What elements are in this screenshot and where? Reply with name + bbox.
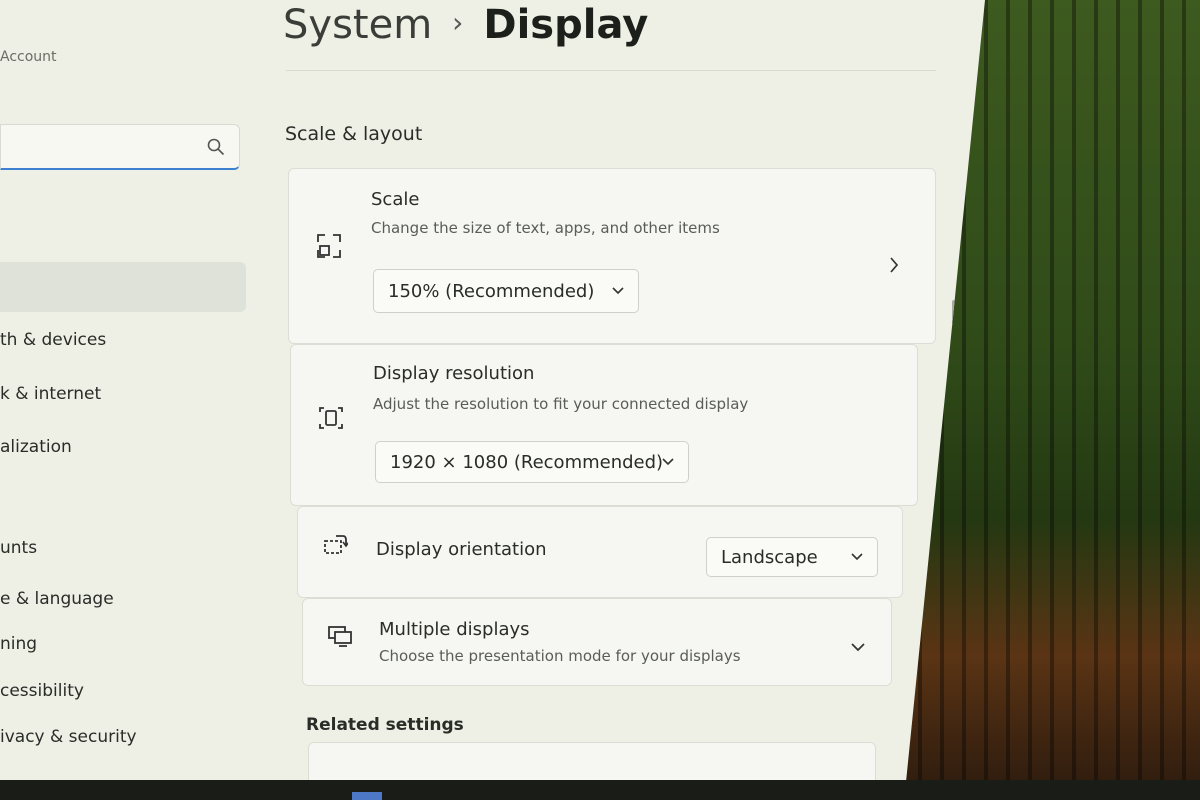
taskbar [0,780,1200,800]
left-navigation: Account th & devices k & internet alizat… [0,0,260,780]
breadcrumb-system[interactable]: System [283,2,432,48]
chevron-down-icon [851,553,863,561]
nav-item-time-language[interactable]: e & language [0,589,114,609]
nav-item-privacy-security[interactable]: ivacy & security [0,727,137,747]
chevron-down-icon[interactable] [851,643,865,652]
orientation-card: Display orientation Landscape [297,506,903,598]
nav-item-gaming[interactable]: ning [0,634,37,654]
scale-icon [317,234,341,258]
nav-item-bluetooth-devices[interactable]: th & devices [0,330,106,350]
resolution-card: Display resolution Adjust the resolution… [290,344,918,506]
nav-item-personalization[interactable]: alization [0,437,72,457]
nav-item-selected[interactable] [0,262,246,312]
multiple-displays-title: Multiple displays [379,619,530,640]
search-icon[interactable] [207,138,225,156]
scale-dropdown[interactable]: 150% (Recommended) [373,269,639,313]
multiple-displays-subtitle: Choose the presentation mode for your di… [379,647,741,665]
scale-subtitle: Change the size of text, apps, and other… [371,219,720,237]
multiple-displays-card[interactable]: Multiple displays Choose the presentatio… [302,598,892,686]
page-title: Display [483,2,649,48]
breadcrumb: System › Display [283,2,648,48]
orientation-icon [324,535,348,554]
orientation-dropdown-value: Landscape [721,546,818,568]
section-title-related-settings: Related settings [306,715,464,735]
resolution-title: Display resolution [373,363,535,384]
chevron-down-icon [662,458,674,466]
scale-dropdown-value: 150% (Recommended) [388,280,595,302]
start-icon[interactable] [352,792,382,800]
nav-item-accessibility[interactable]: cessibility [0,681,84,701]
nav-item-accounts[interactable]: unts [0,538,37,558]
multiple-displays-icon [328,626,352,647]
scale-card[interactable]: Scale Change the size of text, apps, and… [288,168,936,344]
chevron-right-icon[interactable] [889,257,899,273]
resolution-subtitle: Adjust the resolution to fit your connec… [373,395,749,413]
search-box[interactable] [0,124,240,170]
header-divider [286,70,936,71]
scale-title: Scale [371,189,420,210]
orientation-dropdown[interactable]: Landscape [706,537,878,577]
search-input[interactable] [1,133,195,161]
resolution-dropdown[interactable]: 1920 × 1080 (Recommended) [375,441,689,483]
chevron-down-icon [612,287,624,295]
section-title-scale-layout: Scale & layout [285,123,423,145]
nav-item-network-internet[interactable]: k & internet [0,384,101,404]
breadcrumb-separator: › [452,6,464,39]
resolution-dropdown-value: 1920 × 1080 (Recommended) [390,451,664,473]
orientation-title: Display orientation [376,539,547,560]
account-label: Account [0,49,57,65]
settings-window: Account th & devices k & internet alizat… [0,0,985,780]
resolution-icon [319,407,343,429]
